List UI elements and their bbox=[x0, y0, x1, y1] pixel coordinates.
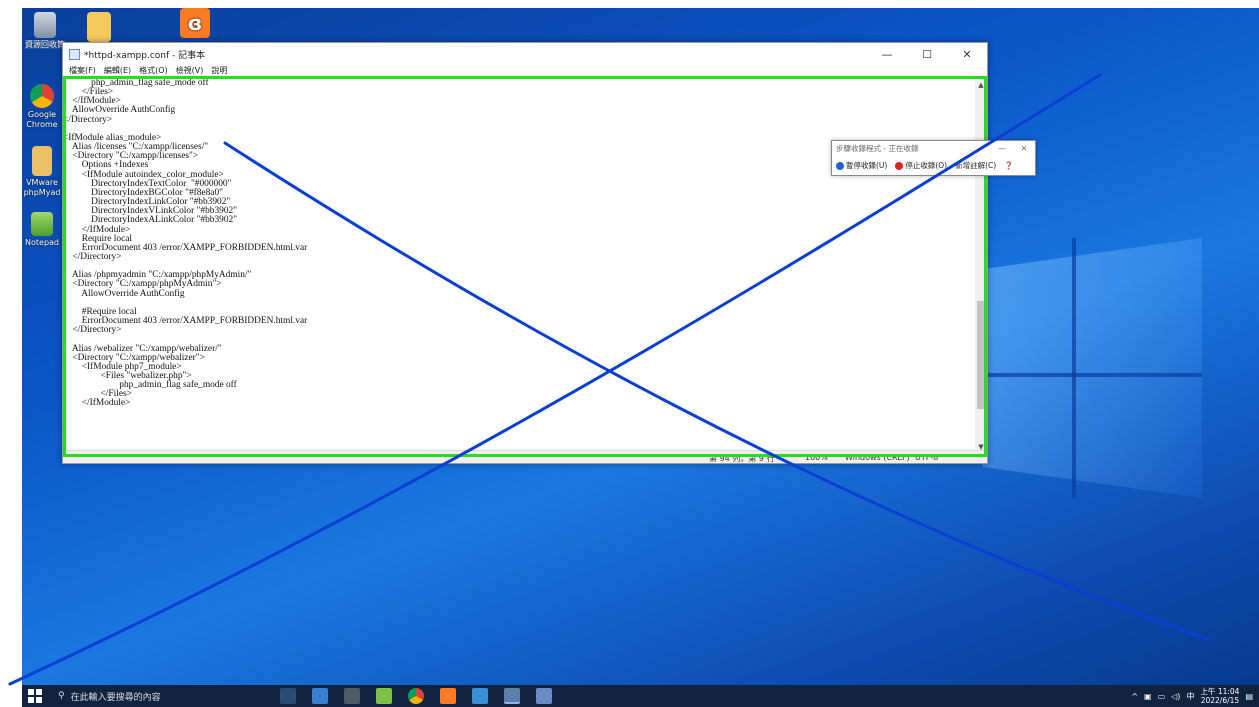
desktop-icon-chrome[interactable]: Google Chrome bbox=[22, 84, 62, 130]
encoding: UTF-8 bbox=[915, 453, 939, 462]
cursor-position: 第 94 列，第 9 行 bbox=[709, 454, 775, 463]
notepad-plus-icon bbox=[31, 212, 53, 236]
stop-record-button[interactable]: 停止收錄(O) bbox=[895, 160, 947, 171]
menu-view[interactable]: 檢視(V) bbox=[176, 65, 204, 78]
network-icon[interactable]: ▣ bbox=[1144, 692, 1152, 701]
recorder-close-button[interactable]: ✕ bbox=[1013, 144, 1035, 153]
screen-top-border bbox=[0, 0, 1259, 8]
chevron-up-icon[interactable]: ^ bbox=[1131, 692, 1138, 701]
windows-start-icon[interactable] bbox=[28, 689, 42, 703]
desktop-icon-notepadpp[interactable]: Notepad bbox=[22, 212, 62, 248]
notepad-window: *httpd-xampp.conf - 記事本 — ☐ ✕ 檔案(F) 編輯(E… bbox=[62, 42, 988, 464]
menu-edit[interactable]: 編輯(E) bbox=[104, 65, 131, 78]
battery-icon[interactable]: ▭ bbox=[1158, 692, 1166, 701]
editor-content[interactable]: php_admin_flag safe_mode off </Files> </… bbox=[63, 79, 975, 452]
status-bar: 第 94 列，第 9 行 100% Windows (CRLF) UTF-8 bbox=[63, 450, 987, 463]
ime-indicator[interactable]: 中 bbox=[1186, 691, 1194, 702]
zoom-level: 100% bbox=[805, 453, 828, 462]
app-taskbar-icon[interactable] bbox=[472, 688, 488, 704]
chrome-taskbar-icon[interactable] bbox=[408, 688, 424, 704]
task-view-icon[interactable] bbox=[280, 688, 296, 704]
search-placeholder: 在此輸入要搜尋的內容 bbox=[70, 692, 161, 703]
xampp-taskbar-icon[interactable] bbox=[440, 688, 456, 704]
scrollbar-thumb[interactable] bbox=[977, 301, 985, 409]
folder-icon bbox=[87, 12, 111, 42]
line-ending: Windows (CRLF) bbox=[845, 453, 910, 462]
pause-icon bbox=[836, 162, 844, 170]
menu-bar: 檔案(F) 編輯(E) 格式(O) 檢視(V) 說明 bbox=[63, 65, 987, 78]
recycle-bin-icon bbox=[34, 12, 56, 38]
taskbar: ⚲ 在此輸入要搜尋的內容 ^ ▣ ▭ ◁) 中 上午 11:04 2022/6/… bbox=[22, 685, 1259, 707]
desktop-icon-vmware[interactable]: VMware phpMyad bbox=[22, 146, 62, 198]
xampp-icon: ɞ bbox=[180, 8, 210, 38]
window-title: *httpd-xampp.conf - 記事本 bbox=[84, 50, 206, 61]
clock-time: 上午 11:04 bbox=[1200, 687, 1240, 696]
vertical-scrollbar[interactable]: ▲ ▼ bbox=[975, 79, 987, 452]
search-icon: ⚲ bbox=[58, 691, 65, 701]
taskbar-search-box[interactable]: ⚲ 在此輸入要搜尋的內容 bbox=[52, 685, 262, 707]
menu-file[interactable]: 檔案(F) bbox=[69, 65, 96, 78]
notepadpp-taskbar-icon[interactable] bbox=[376, 688, 392, 704]
chrome-icon bbox=[30, 84, 54, 108]
steps-recorder-taskbar-icon[interactable] bbox=[536, 688, 552, 704]
notepad-icon bbox=[69, 48, 80, 60]
menu-format[interactable]: 格式(O) bbox=[139, 65, 168, 78]
desktop-icon-xampp[interactable]: ɞ bbox=[172, 8, 218, 40]
menu-help[interactable]: 說明 bbox=[211, 65, 227, 78]
notepad-taskbar-icon[interactable] bbox=[504, 688, 520, 704]
recorder-title: 步驟收錄程式 - 正在收錄 bbox=[836, 144, 919, 153]
terminal-icon[interactable] bbox=[344, 688, 360, 704]
steps-recorder-window: 步驟收錄程式 - 正在收錄 — ✕ 暫停收錄(U) 停止收錄(O) 新增註解(C… bbox=[831, 140, 1036, 176]
clock-date: 2022/6/15 bbox=[1200, 696, 1240, 705]
help-icon[interactable]: ❓ bbox=[1004, 161, 1013, 170]
volume-icon[interactable]: ◁) bbox=[1171, 692, 1180, 701]
add-comment-button[interactable]: 新增註解(C) bbox=[955, 160, 996, 171]
file-explorer-icon[interactable] bbox=[312, 688, 328, 704]
close-button[interactable]: ✕ bbox=[947, 43, 987, 65]
pause-record-button[interactable]: 暫停收錄(U) bbox=[836, 160, 887, 171]
clock[interactable]: 上午 11:04 2022/6/15 bbox=[1200, 687, 1239, 705]
scroll-up-icon[interactable]: ▲ bbox=[975, 79, 987, 91]
recorder-minimize-button[interactable]: — bbox=[991, 144, 1013, 153]
text-editor[interactable]: php_admin_flag safe_mode off </Files> </… bbox=[63, 78, 987, 452]
notification-icon[interactable]: ▤ bbox=[1245, 692, 1253, 701]
minimize-button[interactable]: — bbox=[867, 43, 907, 65]
maximize-button[interactable]: ☐ bbox=[907, 43, 947, 65]
title-bar[interactable]: *httpd-xampp.conf - 記事本 — ☐ ✕ bbox=[63, 43, 987, 65]
system-tray: ^ ▣ ▭ ◁) 中 上午 11:04 2022/6/15 ▤ bbox=[1131, 685, 1253, 707]
desktop-icon-folder[interactable] bbox=[76, 12, 122, 44]
windows-logo-wallpaper bbox=[982, 238, 1202, 498]
recorder-title-bar[interactable]: 步驟收錄程式 - 正在收錄 — ✕ bbox=[832, 141, 1035, 156]
zip-folder-icon bbox=[32, 146, 52, 176]
stop-icon bbox=[895, 162, 904, 170]
